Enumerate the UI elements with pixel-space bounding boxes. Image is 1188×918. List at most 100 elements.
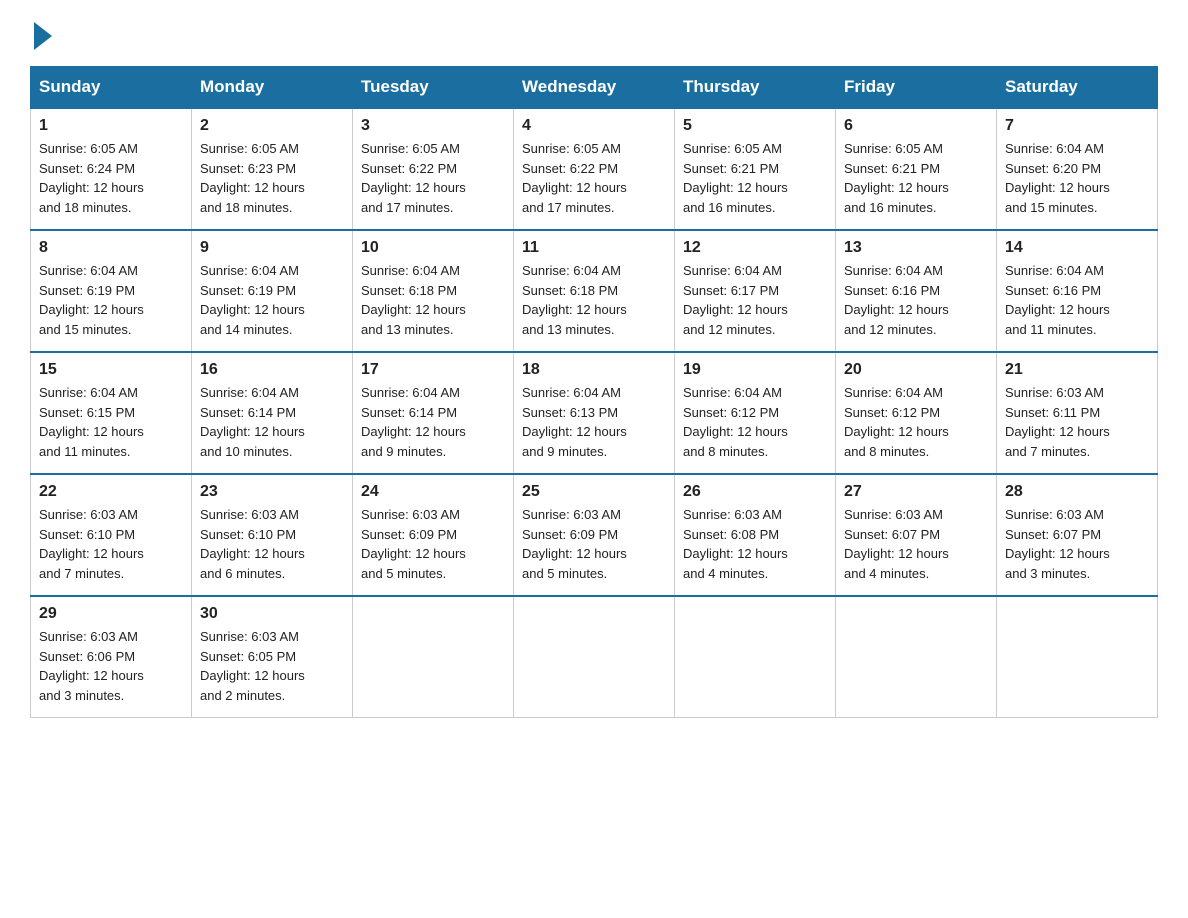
calendar-cell: 23 Sunrise: 6:03 AMSunset: 6:10 PMDayligh… <box>192 474 353 596</box>
day-info: Sunrise: 6:05 AMSunset: 6:23 PMDaylight:… <box>200 139 344 217</box>
day-number: 2 <box>200 117 344 135</box>
calendar-cell: 11 Sunrise: 6:04 AMSunset: 6:18 PMDayligh… <box>514 230 675 352</box>
day-number: 27 <box>844 483 988 501</box>
day-number: 16 <box>200 361 344 379</box>
calendar-week-4: 22 Sunrise: 6:03 AMSunset: 6:10 PMDayligh… <box>31 474 1158 596</box>
calendar-cell: 13 Sunrise: 6:04 AMSunset: 6:16 PMDayligh… <box>836 230 997 352</box>
calendar-cell: 30 Sunrise: 6:03 AMSunset: 6:05 PMDayligh… <box>192 596 353 718</box>
day-number: 17 <box>361 361 505 379</box>
day-info: Sunrise: 6:05 AMSunset: 6:22 PMDaylight:… <box>522 139 666 217</box>
calendar-week-2: 8 Sunrise: 6:04 AMSunset: 6:19 PMDaylight… <box>31 230 1158 352</box>
day-number: 18 <box>522 361 666 379</box>
day-number: 23 <box>200 483 344 501</box>
header-day-friday: Friday <box>836 67 997 109</box>
day-info: Sunrise: 6:03 AMSunset: 6:10 PMDaylight:… <box>39 505 183 583</box>
calendar-cell: 18Sunrise: 6:04 AMSunset: 6:13 PMDayligh… <box>514 352 675 474</box>
calendar-cell: 24 Sunrise: 6:03 AMSunset: 6:09 PMDayligh… <box>353 474 514 596</box>
day-info: Sunrise: 6:05 AMSunset: 6:21 PMDaylight:… <box>844 139 988 217</box>
calendar-cell: 4 Sunrise: 6:05 AMSunset: 6:22 PMDaylight… <box>514 108 675 230</box>
day-number: 10 <box>361 239 505 257</box>
header-day-wednesday: Wednesday <box>514 67 675 109</box>
day-number: 21 <box>1005 361 1149 379</box>
calendar-cell: 12 Sunrise: 6:04 AMSunset: 6:17 PMDayligh… <box>675 230 836 352</box>
day-info: Sunrise: 6:04 AMSunset: 6:14 PMDaylight:… <box>361 383 505 461</box>
logo-arrow-icon <box>34 22 52 50</box>
day-number: 9 <box>200 239 344 257</box>
calendar-cell: 29 Sunrise: 6:03 AMSunset: 6:06 PMDayligh… <box>31 596 192 718</box>
calendar-cell: 22 Sunrise: 6:03 AMSunset: 6:10 PMDayligh… <box>31 474 192 596</box>
header-day-monday: Monday <box>192 67 353 109</box>
day-info: Sunrise: 6:04 AMSunset: 6:14 PMDaylight:… <box>200 383 344 461</box>
day-number: 29 <box>39 605 183 623</box>
day-info: Sunrise: 6:03 AMSunset: 6:11 PMDaylight:… <box>1005 383 1149 461</box>
day-info: Sunrise: 6:04 AMSunset: 6:18 PMDaylight:… <box>361 261 505 339</box>
calendar-cell: 21 Sunrise: 6:03 AMSunset: 6:11 PMDayligh… <box>997 352 1158 474</box>
day-number: 3 <box>361 117 505 135</box>
day-info: Sunrise: 6:05 AMSunset: 6:21 PMDaylight:… <box>683 139 827 217</box>
day-info: Sunrise: 6:03 AMSunset: 6:06 PMDaylight:… <box>39 627 183 705</box>
calendar-cell: 3 Sunrise: 6:05 AMSunset: 6:22 PMDaylight… <box>353 108 514 230</box>
day-number: 12 <box>683 239 827 257</box>
day-number: 26 <box>683 483 827 501</box>
day-info: Sunrise: 6:04 AMSunset: 6:20 PMDaylight:… <box>1005 139 1149 217</box>
day-info: Sunrise: 6:04 AMSunset: 6:19 PMDaylight:… <box>39 261 183 339</box>
calendar-cell <box>997 596 1158 718</box>
calendar-cell: 9 Sunrise: 6:04 AMSunset: 6:19 PMDaylight… <box>192 230 353 352</box>
calendar-cell: 19 Sunrise: 6:04 AMSunset: 6:12 PMDayligh… <box>675 352 836 474</box>
calendar-cell: 17 Sunrise: 6:04 AMSunset: 6:14 PMDayligh… <box>353 352 514 474</box>
calendar-cell: 20 Sunrise: 6:04 AMSunset: 6:12 PMDayligh… <box>836 352 997 474</box>
day-number: 8 <box>39 239 183 257</box>
day-info: Sunrise: 6:03 AMSunset: 6:10 PMDaylight:… <box>200 505 344 583</box>
day-number: 19 <box>683 361 827 379</box>
day-number: 22 <box>39 483 183 501</box>
day-info: Sunrise: 6:04 AMSunset: 6:16 PMDaylight:… <box>844 261 988 339</box>
calendar-table: SundayMondayTuesdayWednesdayThursdayFrid… <box>30 66 1158 718</box>
day-number: 28 <box>1005 483 1149 501</box>
calendar-cell: 27Sunrise: 6:03 AMSunset: 6:07 PMDayligh… <box>836 474 997 596</box>
day-number: 25 <box>522 483 666 501</box>
calendar-cell: 28Sunrise: 6:03 AMSunset: 6:07 PMDayligh… <box>997 474 1158 596</box>
header-day-saturday: Saturday <box>997 67 1158 109</box>
day-number: 14 <box>1005 239 1149 257</box>
day-number: 13 <box>844 239 988 257</box>
calendar-cell: 2 Sunrise: 6:05 AMSunset: 6:23 PMDaylight… <box>192 108 353 230</box>
day-info: Sunrise: 6:04 AMSunset: 6:16 PMDaylight:… <box>1005 261 1149 339</box>
calendar-week-5: 29 Sunrise: 6:03 AMSunset: 6:06 PMDayligh… <box>31 596 1158 718</box>
day-number: 11 <box>522 239 666 257</box>
calendar-cell <box>675 596 836 718</box>
calendar-cell <box>514 596 675 718</box>
day-info: Sunrise: 6:03 AMSunset: 6:08 PMDaylight:… <box>683 505 827 583</box>
day-number: 15 <box>39 361 183 379</box>
calendar-cell: 5 Sunrise: 6:05 AMSunset: 6:21 PMDaylight… <box>675 108 836 230</box>
day-number: 6 <box>844 117 988 135</box>
calendar-cell: 6 Sunrise: 6:05 AMSunset: 6:21 PMDaylight… <box>836 108 997 230</box>
day-number: 1 <box>39 117 183 135</box>
calendar-cell: 1Sunrise: 6:05 AMSunset: 6:24 PMDaylight… <box>31 108 192 230</box>
day-info: Sunrise: 6:04 AMSunset: 6:15 PMDaylight:… <box>39 383 183 461</box>
header <box>30 20 1158 46</box>
calendar-week-1: 1Sunrise: 6:05 AMSunset: 6:24 PMDaylight… <box>31 108 1158 230</box>
calendar-cell: 8 Sunrise: 6:04 AMSunset: 6:19 PMDaylight… <box>31 230 192 352</box>
logo <box>30 20 52 46</box>
calendar-header-row: SundayMondayTuesdayWednesdayThursdayFrid… <box>31 67 1158 109</box>
day-number: 20 <box>844 361 988 379</box>
calendar-cell: 16 Sunrise: 6:04 AMSunset: 6:14 PMDayligh… <box>192 352 353 474</box>
day-info: Sunrise: 6:04 AMSunset: 6:19 PMDaylight:… <box>200 261 344 339</box>
header-day-thursday: Thursday <box>675 67 836 109</box>
day-info: Sunrise: 6:04 AMSunset: 6:12 PMDaylight:… <box>844 383 988 461</box>
calendar-cell: 14 Sunrise: 6:04 AMSunset: 6:16 PMDayligh… <box>997 230 1158 352</box>
day-number: 24 <box>361 483 505 501</box>
calendar-cell: 15 Sunrise: 6:04 AMSunset: 6:15 PMDayligh… <box>31 352 192 474</box>
day-info: Sunrise: 6:04 AMSunset: 6:12 PMDaylight:… <box>683 383 827 461</box>
day-number: 30 <box>200 605 344 623</box>
day-info: Sunrise: 6:03 AMSunset: 6:05 PMDaylight:… <box>200 627 344 705</box>
calendar-week-3: 15 Sunrise: 6:04 AMSunset: 6:15 PMDayligh… <box>31 352 1158 474</box>
calendar-cell <box>353 596 514 718</box>
day-info: Sunrise: 6:05 AMSunset: 6:22 PMDaylight:… <box>361 139 505 217</box>
day-number: 5 <box>683 117 827 135</box>
day-info: Sunrise: 6:03 AMSunset: 6:09 PMDaylight:… <box>361 505 505 583</box>
day-info: Sunrise: 6:04 AMSunset: 6:18 PMDaylight:… <box>522 261 666 339</box>
day-number: 4 <box>522 117 666 135</box>
calendar-cell: 10 Sunrise: 6:04 AMSunset: 6:18 PMDayligh… <box>353 230 514 352</box>
day-info: Sunrise: 6:04 AMSunset: 6:17 PMDaylight:… <box>683 261 827 339</box>
